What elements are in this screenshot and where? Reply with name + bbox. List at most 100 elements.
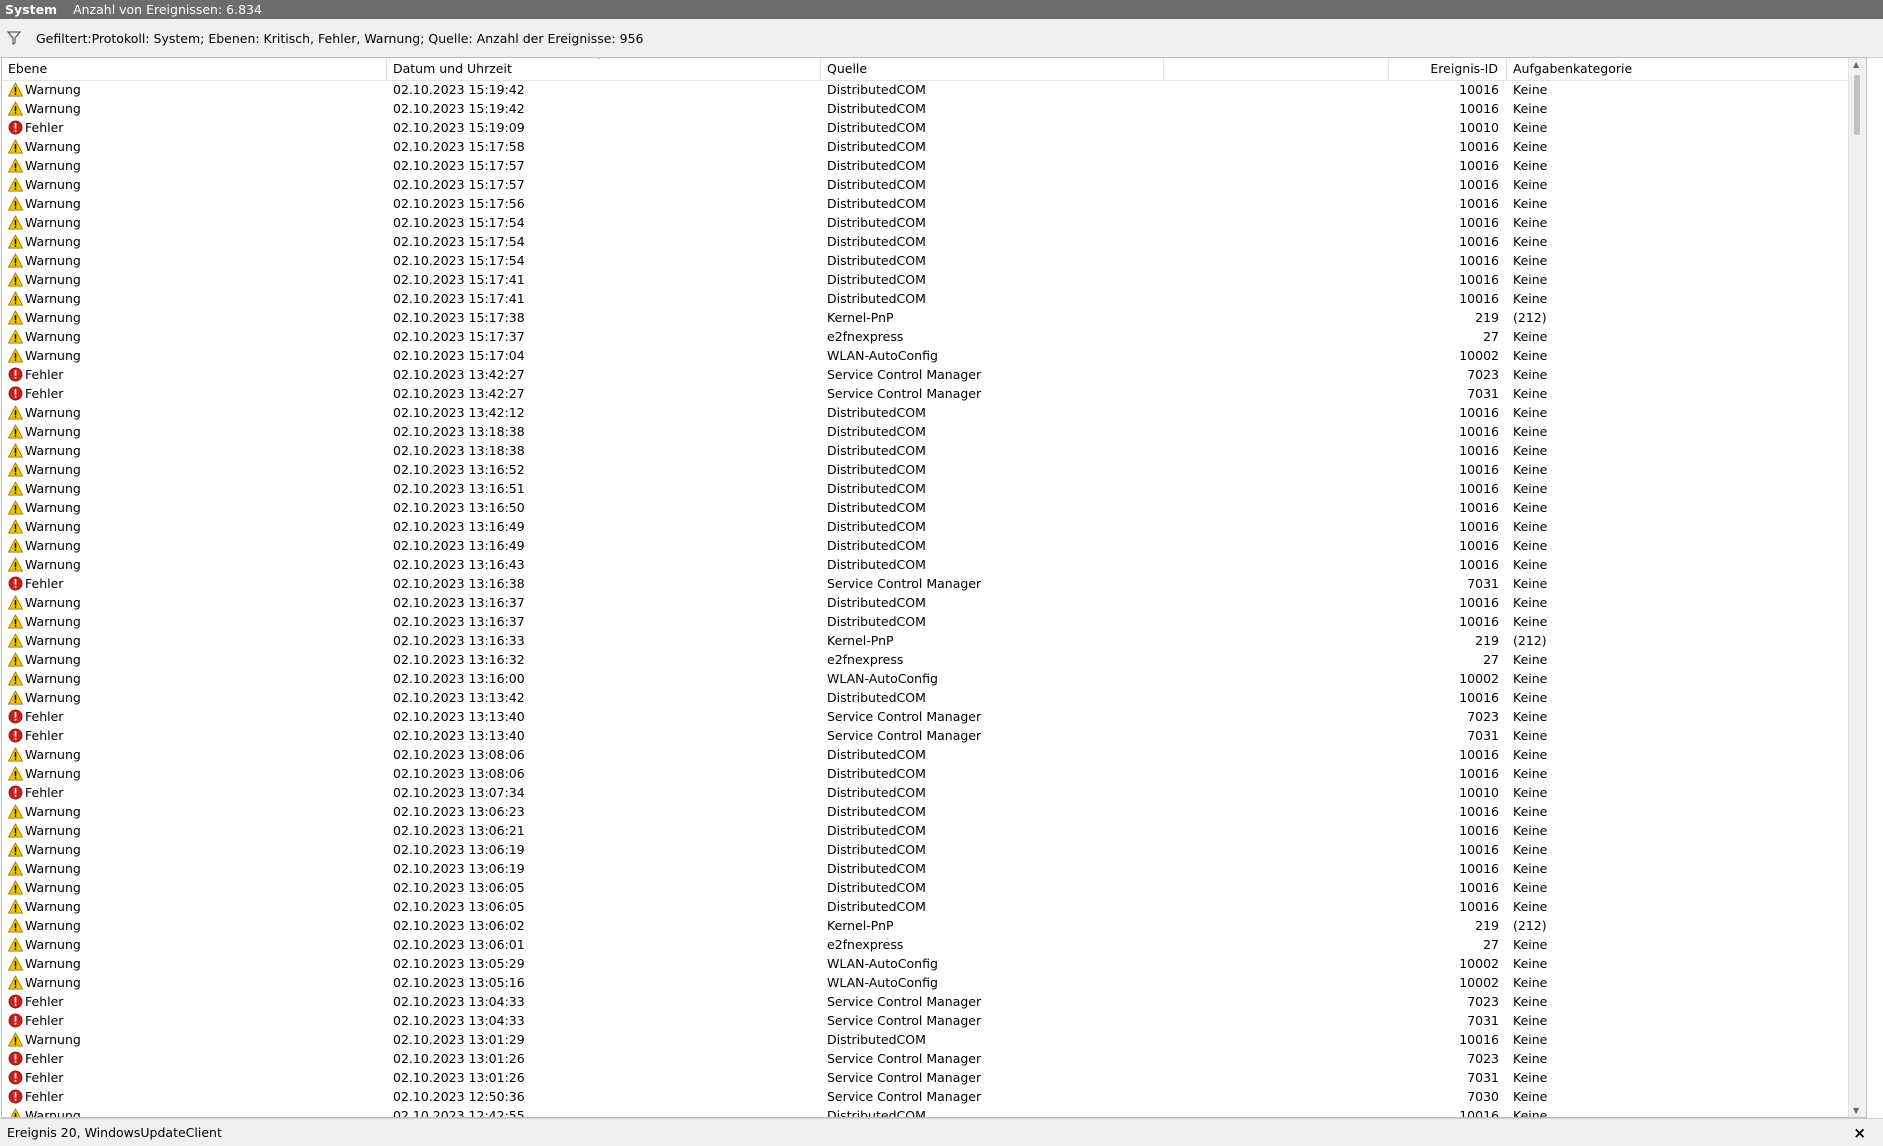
- cell-level: Warnung: [2, 916, 387, 935]
- level-text: Warnung: [25, 424, 81, 439]
- table-row[interactable]: Warnung 02.10.2023 13:16:51 DistributedCOM…: [2, 479, 1857, 498]
- column-header-blank[interactable]: [1164, 58, 1389, 80]
- warning-triangle-icon: [8, 652, 25, 667]
- table-row[interactable]: Warnung 02.10.2023 13:08:06 DistributedCOM…: [2, 764, 1857, 783]
- table-row[interactable]: Fehler 02.10.2023 13:07:34 DistributedCOM 1…: [2, 783, 1857, 802]
- cell-task-category: Keine: [1513, 1013, 1548, 1028]
- cell-event-id: 27: [1483, 329, 1499, 344]
- level-text: Warnung: [25, 538, 81, 553]
- table-row[interactable]: Warnung 02.10.2023 13:16:32 e2fnexpress 27 K…: [2, 650, 1857, 669]
- cell-event-id: 10016: [1459, 291, 1499, 306]
- table-row[interactable]: Fehler 02.10.2023 13:01:26 Service Control…: [2, 1049, 1857, 1068]
- table-row[interactable]: Warnung 02.10.2023 13:18:38 DistributedCOM…: [2, 441, 1857, 460]
- table-row[interactable]: Fehler 02.10.2023 13:42:27 Service Control…: [2, 384, 1857, 403]
- vertical-scrollbar[interactable]: ▲ ▼: [1848, 58, 1866, 1117]
- table-row[interactable]: Warnung 02.10.2023 13:08:06 DistributedCOM…: [2, 745, 1857, 764]
- level-text: Warnung: [25, 500, 81, 515]
- table-row[interactable]: Warnung 02.10.2023 13:05:29 WLAN-AutoConfi…: [2, 954, 1857, 973]
- cell-date: 02.10.2023 15:19:42: [393, 82, 525, 97]
- table-row[interactable]: Warnung 02.10.2023 13:18:38 DistributedCOM…: [2, 422, 1857, 441]
- table-row[interactable]: Warnung 02.10.2023 13:42:12 DistributedCOM…: [2, 403, 1857, 422]
- table-row[interactable]: Warnung 02.10.2023 15:17:54 DistributedCOM…: [2, 251, 1857, 270]
- table-row[interactable]: Fehler 02.10.2023 13:16:38 Service Control…: [2, 574, 1857, 593]
- table-row[interactable]: Warnung 02.10.2023 15:19:42 DistributedCOM…: [2, 99, 1857, 118]
- cell-source: DistributedCOM: [827, 519, 926, 534]
- level-text: Warnung: [25, 310, 81, 325]
- table-row[interactable]: Warnung 02.10.2023 13:16:50 DistributedCOM…: [2, 498, 1857, 517]
- table-row[interactable]: Warnung 02.10.2023 15:17:41 DistributedCOM…: [2, 289, 1857, 308]
- cell-source: DistributedCOM: [827, 785, 926, 800]
- cell-level: Warnung: [2, 897, 387, 916]
- table-row[interactable]: Warnung 02.10.2023 13:16:37 DistributedCOM…: [2, 612, 1857, 631]
- column-header-task-category[interactable]: Aufgabenkategorie: [1507, 58, 1857, 80]
- cell-task-category: Keine: [1513, 956, 1548, 971]
- table-row[interactable]: Warnung 02.10.2023 13:06:02 Kernel-PnP 219 (…: [2, 916, 1857, 935]
- table-row[interactable]: Fehler 02.10.2023 13:01:26 Service Control…: [2, 1068, 1857, 1087]
- table-row[interactable]: Fehler 02.10.2023 15:19:09 DistributedCOM 1…: [2, 118, 1857, 137]
- cell-event-id: 10016: [1459, 766, 1499, 781]
- cell-level: Fehler: [2, 1068, 387, 1087]
- table-row[interactable]: Warnung 02.10.2023 13:16:37 DistributedCOM…: [2, 593, 1857, 612]
- level-text: Fehler: [25, 576, 64, 591]
- warning-triangle-icon: [8, 253, 25, 268]
- table-row[interactable]: Fehler 02.10.2023 13:42:27 Service Control…: [2, 365, 1857, 384]
- table-row[interactable]: Fehler 02.10.2023 13:04:33 Service Control…: [2, 992, 1857, 1011]
- column-header-level[interactable]: Ebene: [2, 58, 387, 80]
- cell-level: Warnung: [2, 80, 387, 99]
- cell-level: Warnung: [2, 441, 387, 460]
- cell-level: Warnung: [2, 346, 387, 365]
- column-header-date[interactable]: Datum und Uhrzeit ˇ: [387, 58, 821, 80]
- cell-source: DistributedCOM: [827, 538, 926, 553]
- cell-level: Warnung: [2, 270, 387, 289]
- table-row[interactable]: Warnung 02.10.2023 13:06:01 e2fnexpress 27 K…: [2, 935, 1857, 954]
- table-row[interactable]: Warnung 02.10.2023 13:06:19 DistributedCOM…: [2, 840, 1857, 859]
- scroll-up-icon[interactable]: ▲: [1853, 60, 1859, 69]
- table-row[interactable]: Warnung 02.10.2023 13:06:19 DistributedCOM…: [2, 859, 1857, 878]
- table-row[interactable]: Warnung 02.10.2023 13:16:49 DistributedCOM…: [2, 536, 1857, 555]
- table-row[interactable]: Warnung 02.10.2023 13:05:16 WLAN-AutoConfi…: [2, 973, 1857, 992]
- table-row[interactable]: Warnung 02.10.2023 15:17:54 DistributedCOM…: [2, 232, 1857, 251]
- table-row[interactable]: Warnung 02.10.2023 13:01:29 DistributedCOM…: [2, 1030, 1857, 1049]
- table-row[interactable]: Warnung 02.10.2023 15:19:42 DistributedCOM…: [2, 80, 1857, 99]
- cell-source: DistributedCOM: [827, 500, 926, 515]
- table-row[interactable]: Warnung 02.10.2023 15:17:04 WLAN-AutoConfi…: [2, 346, 1857, 365]
- scrollbar-thumb[interactable]: [1854, 75, 1860, 135]
- table-row[interactable]: Fehler 02.10.2023 13:04:33 Service Control…: [2, 1011, 1857, 1030]
- table-row[interactable]: Warnung 02.10.2023 13:06:05 DistributedCOM…: [2, 897, 1857, 916]
- table-row[interactable]: Warnung 02.10.2023 15:17:57 DistributedCOM…: [2, 156, 1857, 175]
- cell-level: Warnung: [2, 99, 387, 118]
- table-row[interactable]: Warnung 02.10.2023 13:13:42 DistributedCOM…: [2, 688, 1857, 707]
- table-row[interactable]: Warnung 02.10.2023 15:17:41 DistributedCOM…: [2, 270, 1857, 289]
- table-row[interactable]: Fehler 02.10.2023 13:13:40 Service Control…: [2, 726, 1857, 745]
- table-row[interactable]: Warnung 02.10.2023 12:42:55 DistributedCOM…: [2, 1106, 1857, 1117]
- cell-source: DistributedCOM: [827, 272, 926, 287]
- table-row[interactable]: Warnung 02.10.2023 13:06:05 DistributedCOM…: [2, 878, 1857, 897]
- warning-triangle-icon: [8, 671, 25, 686]
- table-row[interactable]: Warnung 02.10.2023 13:16:52 DistributedCOM…: [2, 460, 1857, 479]
- cell-date: 02.10.2023 13:06:05: [393, 880, 525, 895]
- table-row[interactable]: Warnung 02.10.2023 13:06:21 DistributedCOM…: [2, 821, 1857, 840]
- table-row[interactable]: Warnung 02.10.2023 15:17:56 DistributedCOM…: [2, 194, 1857, 213]
- level-text: Warnung: [25, 956, 81, 971]
- table-row[interactable]: Fehler 02.10.2023 12:50:36 Service Control…: [2, 1087, 1857, 1106]
- cell-task-category: (212): [1513, 310, 1547, 325]
- scroll-down-icon[interactable]: ▼: [1853, 1106, 1859, 1115]
- selected-event-label: Ereignis 20, WindowsUpdateClient: [7, 1125, 222, 1140]
- close-icon[interactable]: ×: [1853, 1124, 1866, 1142]
- table-row[interactable]: Warnung 02.10.2023 13:16:00 WLAN-AutoConfi…: [2, 669, 1857, 688]
- table-row[interactable]: Fehler 02.10.2023 13:13:40 Service Control…: [2, 707, 1857, 726]
- table-row[interactable]: Warnung 02.10.2023 15:17:58 DistributedCOM…: [2, 137, 1857, 156]
- column-header-event-id[interactable]: Ereignis-ID: [1389, 58, 1507, 80]
- table-row[interactable]: Warnung 02.10.2023 13:16:43 DistributedCOM…: [2, 555, 1857, 574]
- level-text: Warnung: [25, 633, 81, 648]
- table-row[interactable]: Warnung 02.10.2023 13:16:33 Kernel-PnP 219 (…: [2, 631, 1857, 650]
- event-list[interactable]: Ebene Datum und Uhrzeit ˇ Quelle Ereigni…: [1, 57, 1867, 1118]
- table-row[interactable]: Warnung 02.10.2023 13:06:23 DistributedCOM…: [2, 802, 1857, 821]
- table-row[interactable]: Warnung 02.10.2023 15:17:54 DistributedCOM…: [2, 213, 1857, 232]
- table-row[interactable]: Warnung 02.10.2023 15:17:37 e2fnexpress 27 K…: [2, 327, 1857, 346]
- column-header-source[interactable]: Quelle: [821, 58, 1164, 80]
- table-row[interactable]: Warnung 02.10.2023 15:17:57 DistributedCOM…: [2, 175, 1857, 194]
- table-row[interactable]: Warnung 02.10.2023 15:17:38 Kernel-PnP 219 (…: [2, 308, 1857, 327]
- cell-task-category: Keine: [1513, 709, 1548, 724]
- table-row[interactable]: Warnung 02.10.2023 13:16:49 DistributedCOM…: [2, 517, 1857, 536]
